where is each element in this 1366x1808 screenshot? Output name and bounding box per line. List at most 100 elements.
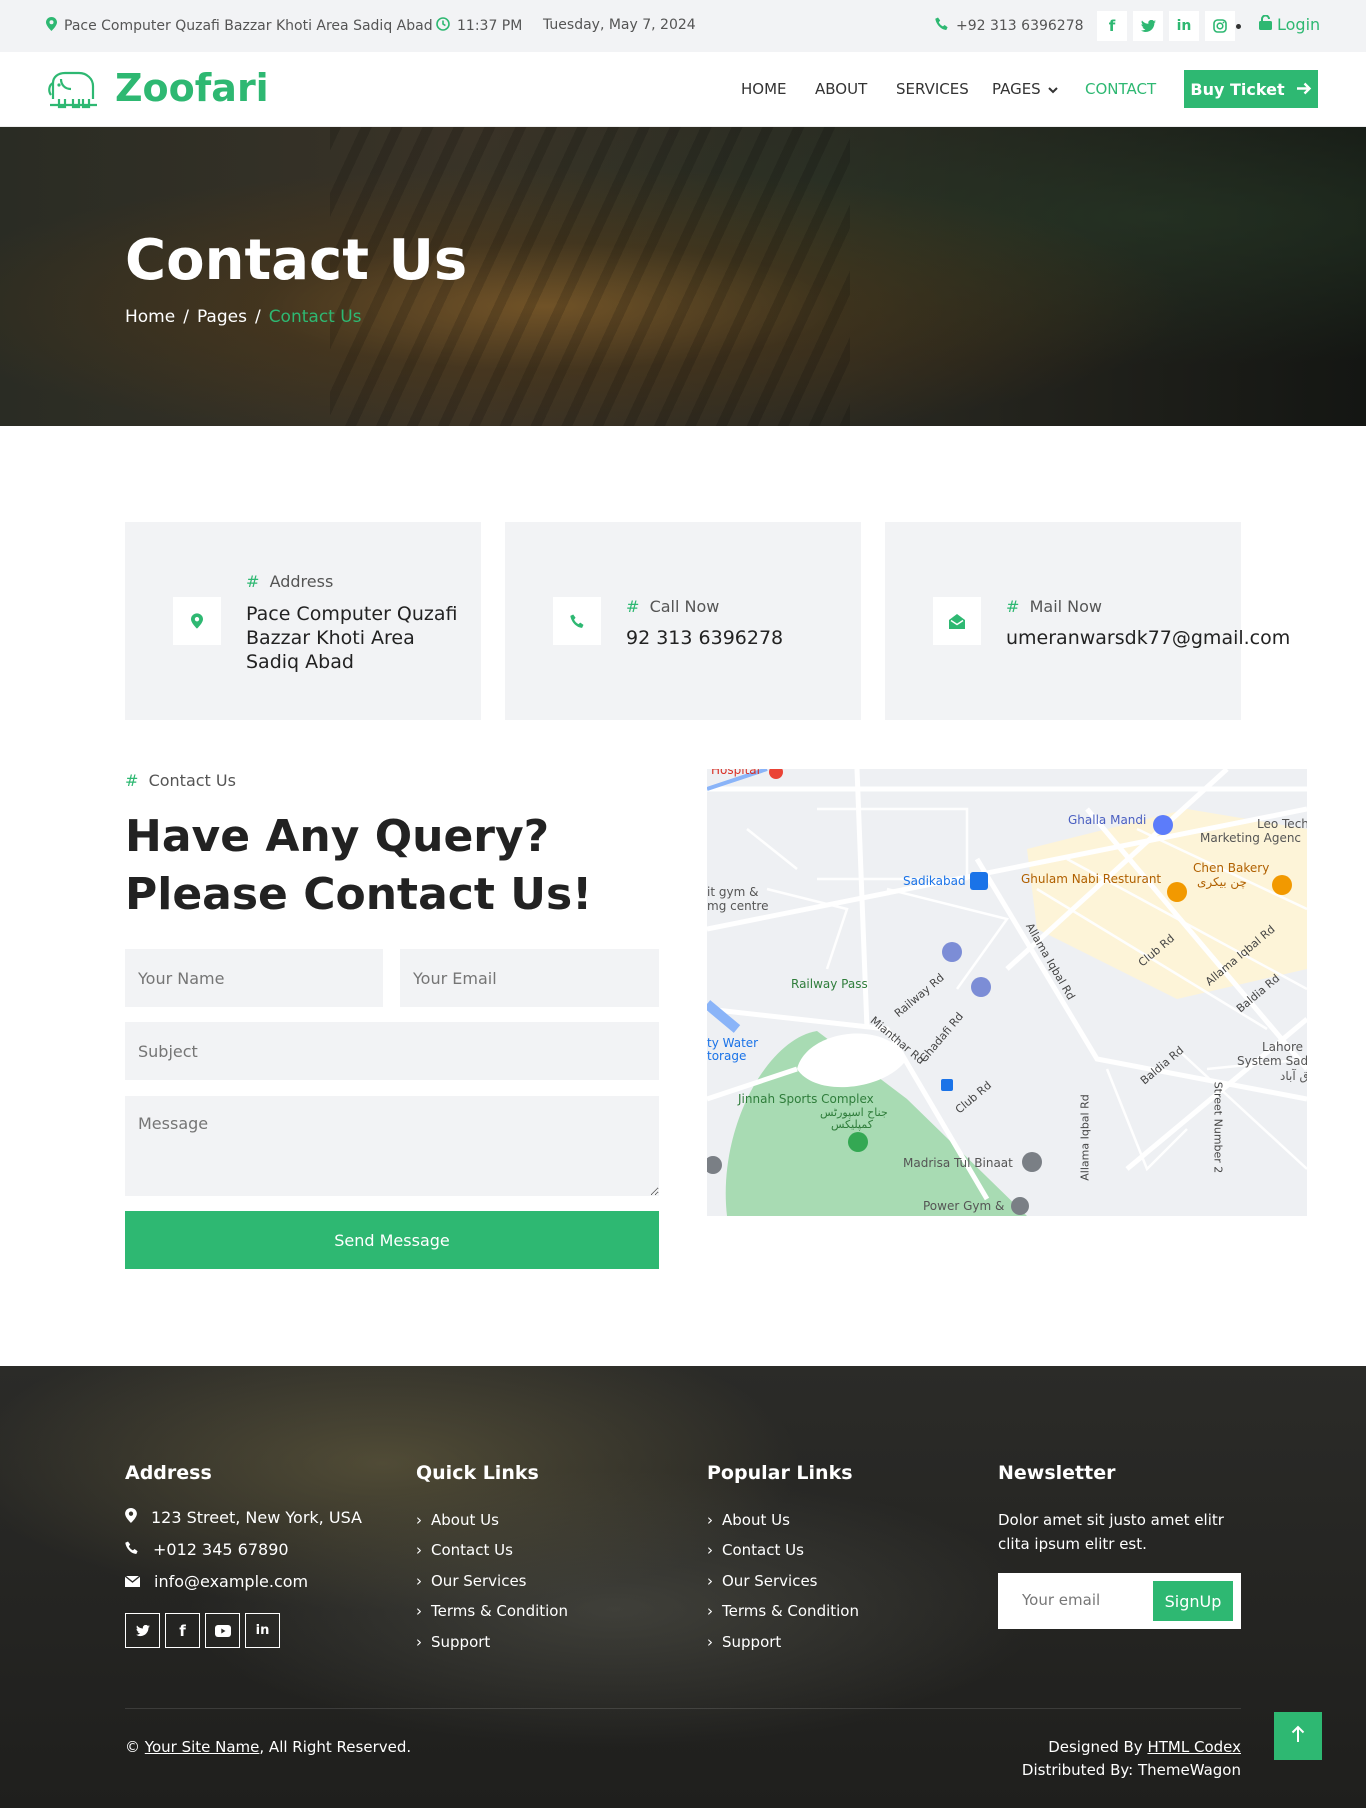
- card-label: # Call Now: [626, 597, 720, 616]
- map-label: Power Gym &: [923, 1199, 1005, 1213]
- footer-address-title: Address: [125, 1462, 212, 1484]
- newsletter-form: Your email SignUp: [998, 1573, 1241, 1629]
- twitter-icon[interactable]: [1133, 11, 1163, 41]
- nav-contact[interactable]: CONTACT: [1085, 80, 1156, 98]
- distributed-by: Distributed By: ThemeWagon: [1021, 1761, 1241, 1779]
- chevron-right-icon: ›: [707, 1633, 713, 1651]
- section-title: Have Any Query? Please Contact Us!: [125, 811, 593, 920]
- buy-ticket-label: Buy Ticket: [1190, 79, 1285, 99]
- copyright: © Your Site Name, All Right Reserved.: [125, 1738, 412, 1756]
- popular-link[interactable]: › Contact Us: [707, 1541, 804, 1559]
- envelope-open-icon: [933, 597, 981, 645]
- brand-name[interactable]: Zoofari: [115, 66, 269, 110]
- quick-link[interactable]: › Our Services: [416, 1572, 527, 1590]
- message-field[interactable]: [125, 1096, 659, 1196]
- map-label: Chen Bakery: [1193, 861, 1270, 875]
- arrow-right-icon: [1296, 80, 1312, 99]
- address-card: # Address Pace Computer Quzafi Bazzar Kh…: [125, 522, 481, 720]
- map-label: Railway Pass: [791, 977, 868, 991]
- breadcrumb-home[interactable]: Home: [125, 307, 175, 327]
- footer-email: info@example.com: [124, 1572, 308, 1591]
- footer-newsletter-title: Newsletter: [998, 1462, 1116, 1484]
- elephant-logo-icon[interactable]: [47, 69, 99, 113]
- map-label: ty Water: [707, 1036, 759, 1050]
- site-name-link[interactable]: Your Site Name: [145, 1738, 260, 1756]
- twitter-icon[interactable]: [125, 1613, 160, 1648]
- footer-phone: +012 345 67890: [125, 1540, 289, 1559]
- chevron-right-icon: ›: [707, 1541, 713, 1559]
- instagram-icon[interactable]: [1205, 11, 1235, 41]
- login-label: Login: [1277, 15, 1321, 34]
- map-label: کمپلیکس: [831, 1118, 873, 1131]
- send-message-button[interactable]: Send Message: [125, 1211, 659, 1269]
- youtube-icon[interactable]: [205, 1613, 240, 1648]
- card-label: # Mail Now: [1006, 597, 1103, 616]
- arrow-up-icon: [1291, 1724, 1305, 1748]
- footer-popular-title: Popular Links: [707, 1462, 853, 1484]
- nav-home[interactable]: HOME: [741, 80, 787, 98]
- facebook-icon[interactable]: f: [1097, 11, 1127, 41]
- newsletter-email-input[interactable]: Your email: [1022, 1591, 1100, 1609]
- popular-link[interactable]: › About Us: [707, 1511, 790, 1529]
- map-label: torage: [707, 1049, 747, 1063]
- card-value: 92 313 6396278: [626, 627, 784, 649]
- quick-link[interactable]: › Contact Us: [416, 1541, 513, 1559]
- nav-services[interactable]: SERVICES: [896, 80, 969, 98]
- footer-quick-title: Quick Links: [416, 1462, 539, 1484]
- dot-separator: [1236, 24, 1241, 29]
- map-pin-icon: [173, 597, 221, 645]
- facebook-icon[interactable]: f: [165, 1613, 200, 1648]
- linkedin-icon[interactable]: in: [245, 1613, 280, 1648]
- quick-link[interactable]: › Support: [416, 1633, 490, 1651]
- popular-link[interactable]: › Our Services: [707, 1572, 818, 1590]
- signup-button[interactable]: SignUp: [1153, 1581, 1233, 1621]
- chevron-down-icon: [1048, 80, 1058, 98]
- phone-icon: [553, 597, 601, 645]
- map-label: Ghalla Mandi: [1068, 813, 1147, 827]
- embedded-map[interactable]: Hospital Ghalla Mandi Leo Tech Marketing…: [707, 769, 1307, 1216]
- topbar-phone-text: +92 313 6396278: [956, 18, 1084, 34]
- phone-icon: [125, 1540, 139, 1559]
- map-label: Madrisa Tul Binaat: [903, 1156, 1013, 1170]
- linkedin-icon[interactable]: in: [1169, 11, 1199, 41]
- chevron-right-icon: ›: [707, 1572, 713, 1590]
- chevron-right-icon: ›: [416, 1572, 422, 1590]
- popular-link[interactable]: › Terms & Condition: [707, 1602, 859, 1620]
- map-label: Lahore: [1262, 1040, 1304, 1054]
- buy-ticket-button[interactable]: Buy Ticket: [1184, 70, 1318, 108]
- chevron-right-icon: ›: [416, 1511, 422, 1529]
- popular-link[interactable]: › Support: [707, 1633, 781, 1651]
- back-to-top-button[interactable]: [1274, 1712, 1322, 1760]
- login-link[interactable]: Login: [1259, 14, 1321, 34]
- map-pin-icon: [125, 1508, 137, 1527]
- lock-icon: [1259, 14, 1272, 34]
- clock-icon: [436, 17, 450, 35]
- map-label: چن بیکری: [1197, 875, 1247, 889]
- map-label: it gym &: [707, 885, 759, 899]
- topbar-address-text: Pace Computer Quzafi Bazzar Khoti Area S…: [64, 18, 433, 34]
- footer-address: 123 Street, New York, USA: [125, 1508, 362, 1527]
- email-field[interactable]: [400, 949, 659, 1007]
- name-field[interactable]: [125, 949, 383, 1007]
- map-label: Marketing Agenc: [1200, 831, 1302, 845]
- map-label: Jinnah Sports Complex: [738, 1092, 874, 1106]
- card-value: Pace Computer Quzafi Bazzar Khoti Area S…: [246, 603, 458, 673]
- subject-field[interactable]: [125, 1022, 659, 1080]
- phone-icon: [935, 17, 949, 35]
- nav-pages-label: PAGES: [992, 80, 1041, 98]
- call-card: # Call Now 92 313 6396278: [505, 522, 861, 720]
- chevron-right-icon: ›: [707, 1511, 713, 1529]
- quick-link[interactable]: › About Us: [416, 1511, 499, 1529]
- quick-link[interactable]: › Terms & Condition: [416, 1602, 568, 1620]
- chevron-right-icon: ›: [416, 1541, 422, 1559]
- newsletter-text: Dolor amet sit justo amet elitr clita ip…: [998, 1511, 1224, 1553]
- mail-card: # Mail Now umeranwarsdk77@gmail.com: [885, 522, 1290, 720]
- designer-link[interactable]: HTML Codex: [1147, 1738, 1241, 1756]
- breadcrumb-pages[interactable]: Pages: [197, 307, 247, 327]
- section-sublabel: # Contact Us: [125, 771, 236, 790]
- navbar: Zoofari HOME ABOUT SERVICES PAGES CONTAC…: [0, 52, 1366, 127]
- nav-pages[interactable]: PAGES: [992, 80, 1058, 98]
- nav-about[interactable]: ABOUT: [815, 80, 867, 98]
- designed-by: Designed By HTML Codex: [1048, 1738, 1241, 1756]
- card-value: umeranwarsdk77@gmail.com: [1006, 627, 1291, 649]
